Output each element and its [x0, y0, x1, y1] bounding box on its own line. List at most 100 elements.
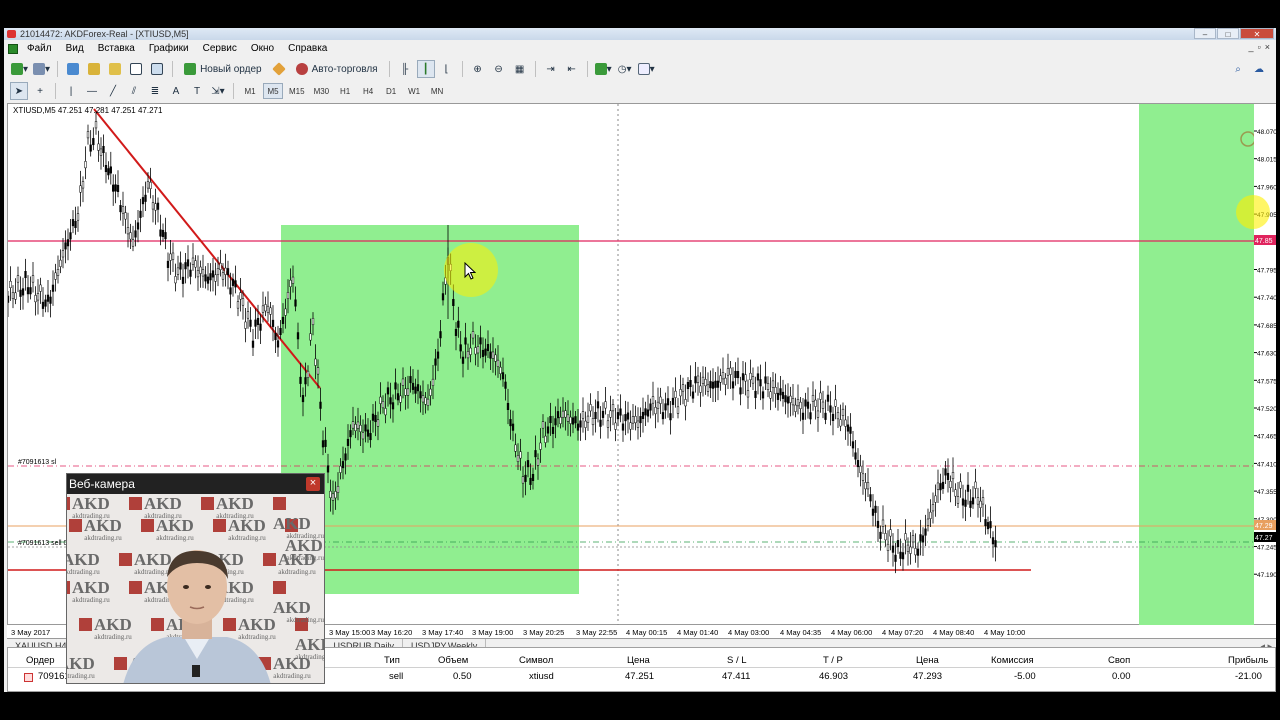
chart-minimize-icon[interactable]: _: [1249, 42, 1254, 52]
crosshair-tool-icon[interactable]: +: [31, 82, 49, 100]
order-sl-label: #7091613 sl: [18, 459, 57, 466]
timeframe-mn[interactable]: MN: [427, 83, 447, 99]
candle-body: [871, 508, 875, 516]
zoom-in-icon[interactable]: ⊕: [469, 60, 487, 78]
col-commission[interactable]: Комиссия: [991, 655, 1034, 666]
candle-body: [636, 420, 640, 428]
tile-windows-icon[interactable]: ▦: [511, 60, 529, 78]
time-tick-label: 4 May 08:40: [933, 628, 974, 637]
new-chart-icon[interactable]: ▾: [10, 60, 29, 78]
menu-view[interactable]: Вид: [59, 41, 91, 57]
periods-icon[interactable]: ◷▾: [616, 60, 634, 78]
new-order-label: Новый ордер: [200, 63, 262, 75]
col-order[interactable]: Ордер: [26, 655, 55, 666]
menu-charts[interactable]: Графики: [142, 41, 196, 57]
candle-body: [206, 276, 210, 284]
candle-body: [726, 368, 730, 376]
close-window-icon[interactable]: ✕: [1240, 28, 1274, 39]
zoom-out-icon[interactable]: ⊖: [490, 60, 508, 78]
menu-insert[interactable]: Вставка: [91, 41, 142, 57]
col-sl[interactable]: S / L: [727, 655, 747, 666]
navigator-icon[interactable]: [85, 60, 103, 78]
candle-body: [229, 287, 232, 295]
candle-body: [621, 423, 625, 431]
search-icon[interactable]: ⌕: [1229, 60, 1247, 78]
timeframe-w1[interactable]: W1: [404, 83, 424, 99]
timeframe-h4[interactable]: H4: [358, 83, 378, 99]
chart-shift-icon[interactable]: ⇤: [563, 60, 581, 78]
meta-editor-icon[interactable]: [270, 60, 288, 78]
vertical-line-icon[interactable]: |: [62, 82, 80, 100]
candle-body: [771, 380, 775, 388]
col-price[interactable]: Цена: [627, 655, 650, 666]
candle-body: [59, 259, 62, 267]
menu-file[interactable]: Файл: [20, 41, 59, 57]
auto-scroll-icon[interactable]: ⇥: [542, 60, 560, 78]
market-watch-icon[interactable]: [64, 60, 82, 78]
price-tick-label: 48.015: [1257, 157, 1276, 164]
candle-body: [186, 259, 190, 267]
current-price-text: 47.27: [1255, 535, 1273, 542]
candle-body: [616, 412, 620, 420]
price-axis: 48.07048.01547.96047.90547.85047.79547.7…: [1254, 103, 1276, 625]
terminal-icon[interactable]: [127, 60, 145, 78]
candle-body: [991, 537, 995, 545]
menu-tools[interactable]: Сервис: [196, 41, 244, 57]
menu-window[interactable]: Окно: [244, 41, 281, 57]
candle-body: [376, 419, 380, 427]
candlestick-icon[interactable]: ┃: [416, 60, 435, 78]
timeframe-m15[interactable]: M15: [286, 83, 308, 99]
strategy-tester-icon[interactable]: [148, 60, 166, 78]
candle-body: [551, 426, 555, 434]
profiles-icon[interactable]: ▾: [32, 60, 51, 78]
new-order-button[interactable]: Новый ордер: [179, 60, 267, 78]
menu-help[interactable]: Справка: [281, 41, 334, 57]
data-window-icon[interactable]: [106, 60, 124, 78]
trendline-icon[interactable]: ╱: [104, 82, 122, 100]
bar-chart-icon[interactable]: ╟: [396, 60, 414, 78]
col-profit[interactable]: Прибыль: [1228, 655, 1268, 666]
col-current-price[interactable]: Цена: [916, 655, 939, 666]
timeframe-m30[interactable]: M30: [311, 83, 333, 99]
order-swap: 0.00: [1112, 671, 1131, 682]
chart-close-icon[interactable]: ×: [1265, 42, 1270, 52]
text-label-icon[interactable]: T: [188, 82, 206, 100]
horizontal-line-icon[interactable]: —: [83, 82, 101, 100]
timeframe-d1[interactable]: D1: [381, 83, 401, 99]
candle-body: [69, 232, 72, 240]
channel-icon[interactable]: ⫽: [125, 82, 143, 100]
line-chart-icon[interactable]: ⌊: [438, 60, 456, 78]
cursor-tool-icon[interactable]: ➤: [10, 82, 28, 100]
candle-body: [394, 382, 397, 390]
candle-body: [214, 274, 217, 282]
chart-restore-icon[interactable]: ▫: [1258, 42, 1261, 52]
col-tp[interactable]: T / P: [823, 655, 843, 666]
webcam-overlay[interactable]: Веб-камера × AKDakdtrading.ruAKDakdtradi…: [66, 473, 325, 684]
templates-icon[interactable]: ▾: [637, 60, 656, 78]
maximize-icon[interactable]: □: [1217, 28, 1239, 39]
timeframe-m1[interactable]: M1: [240, 83, 260, 99]
col-volume[interactable]: Объем: [438, 655, 468, 666]
fibonacci-icon[interactable]: ≣: [146, 82, 164, 100]
chart-menu-icon[interactable]: [8, 44, 18, 54]
webcam-close-button[interactable]: ×: [306, 477, 320, 491]
col-type[interactable]: Тип: [384, 655, 400, 666]
text-tool-icon[interactable]: A: [167, 82, 185, 100]
timeframe-m5[interactable]: M5: [263, 83, 283, 99]
candle-body: [876, 520, 880, 528]
indicators-icon[interactable]: ▾: [594, 60, 613, 78]
col-symbol[interactable]: Символ: [519, 655, 553, 666]
webcam-video: AKDakdtrading.ruAKDakdtrading.ruAKDakdtr…: [67, 494, 324, 683]
candle-body: [576, 423, 580, 431]
auto-trading-button[interactable]: Авто-торговля: [291, 60, 383, 78]
candle-body: [676, 406, 680, 414]
candle-body: [161, 229, 165, 237]
time-tick-label: 3 May 16:20: [371, 628, 412, 637]
time-tick-label: 4 May 07:20: [882, 628, 923, 637]
candle-body: [46, 294, 50, 302]
minimize-icon[interactable]: –: [1194, 28, 1216, 39]
col-swap[interactable]: Своп: [1108, 655, 1130, 666]
timeframe-h1[interactable]: H1: [335, 83, 355, 99]
arrows-tool-icon[interactable]: ⇲▾: [209, 82, 227, 100]
community-icon[interactable]: ☁: [1250, 60, 1268, 78]
